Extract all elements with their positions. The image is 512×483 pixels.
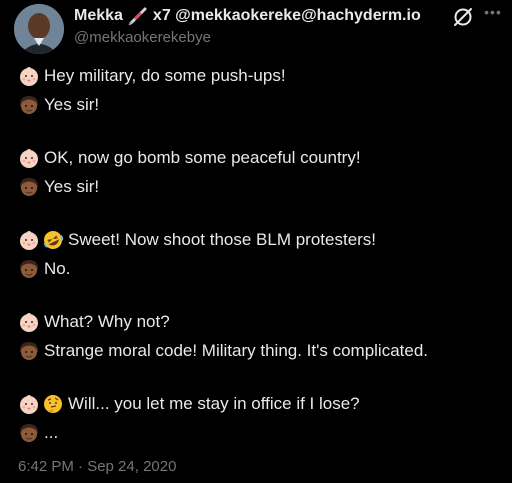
author-name[interactable]: Mekka — [74, 7, 123, 25]
thinking-face-emoji — [42, 393, 64, 415]
tweet-line: Sweet! Now shoot those BLM protesters! — [18, 228, 376, 252]
author-name-line[interactable]: Mekka x7 @mekkaokereke@hachyderm.io — [74, 6, 421, 26]
tweet-line-text: ... — [44, 423, 59, 442]
tweet-line: Strange moral code! Military thing. It's… — [18, 339, 428, 363]
man-face-emoji — [18, 258, 40, 280]
tweet-line: Yes sir! — [18, 175, 99, 199]
tweet-line-text: Yes sir! — [44, 95, 100, 114]
tweet-line: OK, now go bomb some peaceful country! — [18, 146, 361, 170]
tweet-line: Yes sir! — [18, 93, 99, 117]
rolling-laughing-emoji — [42, 229, 64, 251]
author-handle[interactable]: @mekkaokerekebye — [74, 29, 211, 46]
grok-icon[interactable] — [452, 6, 474, 28]
baby-face-emoji — [18, 229, 40, 251]
tweet-line-text: Yes sir! — [44, 177, 100, 196]
tweet-line-text: Sweet! Now shoot those BLM protesters! — [68, 230, 377, 249]
tweet-line-text: Hey military, do some push-ups! — [44, 66, 286, 85]
timestamp[interactable]: 6:42 PM · Sep 24, 2020 — [18, 458, 176, 475]
tweet-line-text: Will... you let me stay in office if I l… — [68, 394, 360, 413]
man-face-emoji — [18, 422, 40, 444]
avatar[interactable] — [14, 4, 64, 54]
man-face-emoji — [18, 176, 40, 198]
tweet-line: Will... you let me stay in office if I l… — [18, 392, 360, 416]
tweet-line-text: Strange moral code! Military thing. It's… — [44, 341, 429, 360]
syringe-icon — [128, 6, 148, 26]
baby-face-emoji — [18, 147, 40, 169]
tweet-line-text: No. — [44, 259, 71, 278]
author-name-suffix[interactable]: x7 @mekkaokereke@hachyderm.io — [153, 7, 421, 25]
tweet-line: ... — [18, 421, 58, 445]
baby-face-emoji — [18, 393, 40, 415]
tweet: Mekka x7 @mekkaokereke@hachyderm.io @mek… — [0, 0, 512, 483]
tweet-line: No. — [18, 257, 70, 281]
tweet-line-text: OK, now go bomb some peaceful country! — [44, 148, 361, 167]
tweet-line: What? Why not? — [18, 310, 170, 334]
man-face-emoji — [18, 94, 40, 116]
baby-face-emoji — [18, 65, 40, 87]
tweet-line: Hey military, do some push-ups! — [18, 64, 286, 88]
baby-face-emoji — [18, 311, 40, 333]
man-face-emoji — [18, 340, 40, 362]
more-options-icon[interactable]: ••• — [482, 4, 504, 24]
tweet-line-text: What? Why not? — [44, 312, 170, 331]
